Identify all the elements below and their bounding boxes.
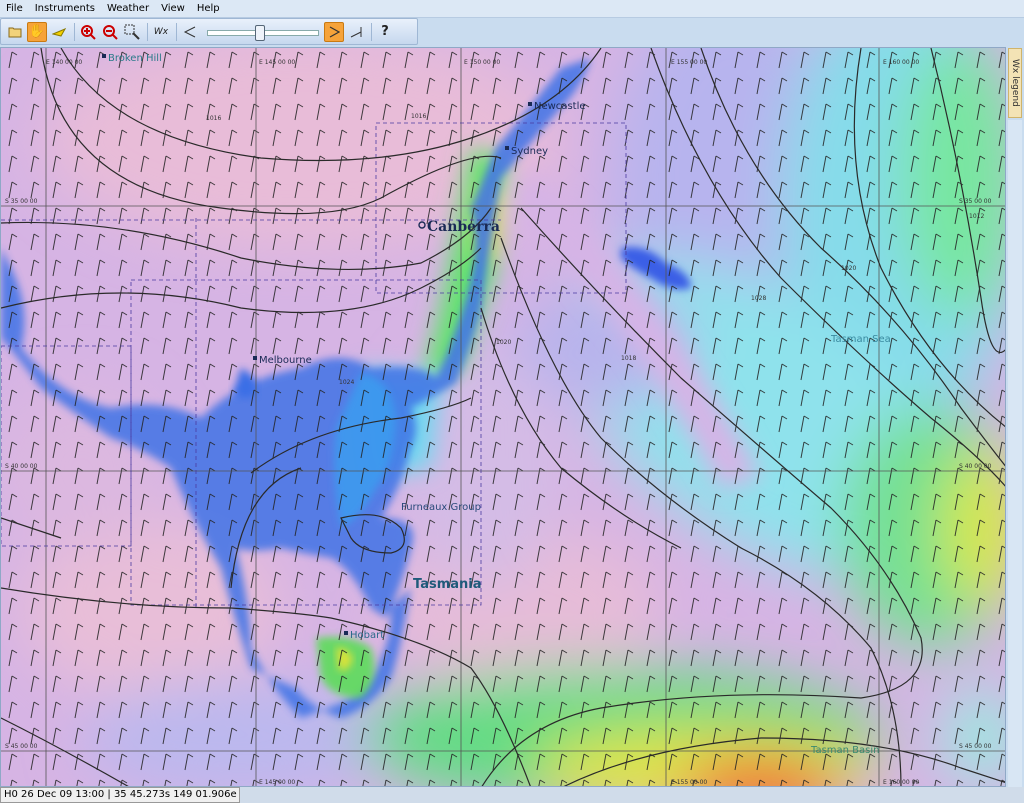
menu-view[interactable]: View (155, 0, 191, 17)
menu-help[interactable]: Help (191, 0, 226, 17)
wx-legend-tab[interactable]: Wx legend (1008, 48, 1022, 118)
place-hobart[interactable]: Hobart (350, 630, 384, 641)
place-tasman-basin[interactable]: Tasman Basin (810, 745, 880, 756)
town-marker (505, 146, 509, 150)
town-marker (253, 356, 257, 360)
weather-toggle-icon[interactable]: Wx (151, 22, 171, 42)
lon-label: E 150 00 00 (464, 59, 500, 66)
zoom-box-icon[interactable] (122, 22, 142, 42)
place-canberra[interactable]: Canberra (427, 219, 500, 235)
isobar-label: 1024 (339, 379, 354, 386)
isobar-label: 1016 (411, 113, 426, 120)
lon-label: E 140 00 00 (46, 59, 82, 66)
legend-strip (1008, 120, 1022, 803)
time-slider[interactable] (205, 23, 321, 41)
lon-label: E 145 00 00 (259, 59, 295, 66)
isobar-label: 1018 (621, 355, 636, 362)
menu-weather[interactable]: Weather (101, 0, 155, 17)
town-marker (102, 54, 106, 58)
toolbar: ✋ Wx ? (0, 18, 418, 45)
menu-bar: File Instruments Weather View Help (0, 0, 1024, 18)
lat-label: S 45 00 00 (5, 743, 38, 750)
town-marker (344, 631, 348, 635)
toolbar-separator (176, 22, 177, 41)
lon-label: E 155 00 00 (671, 59, 707, 66)
isobar-label: 1020 (841, 265, 856, 272)
isobar-label: 1012 (969, 213, 984, 220)
isobar-label: 1016 (206, 115, 221, 122)
lat-label: S 40 00 00 (959, 463, 992, 470)
status-bar-filler (240, 787, 1024, 803)
isobar-label: 1028 (751, 295, 766, 302)
pointer-icon[interactable] (49, 22, 69, 42)
town-marker (528, 102, 532, 106)
time-slider-thumb[interactable] (255, 24, 265, 41)
menu-instruments[interactable]: Instruments (29, 0, 101, 17)
lat-label: S 35 00 00 (5, 198, 38, 205)
place-broken-hill[interactable]: Broken Hill (108, 53, 162, 64)
place-furneaux-group[interactable]: Furneaux Group (401, 502, 481, 513)
toolbar-separator (147, 22, 148, 41)
lat-label: S 40 00 00 (5, 463, 38, 470)
step-back-icon[interactable] (180, 22, 200, 42)
lon-label: E 160 00 00 (883, 59, 919, 66)
weather-map[interactable]: E 140 00 00 E 145 00 00 E 150 00 00 E 15… (0, 47, 1006, 787)
toolbar-separator (74, 22, 75, 41)
place-melbourne[interactable]: Melbourne (259, 355, 312, 366)
zoom-in-icon[interactable] (78, 22, 98, 42)
lat-label: S 35 00 00 (959, 198, 992, 205)
step-forward-icon[interactable] (346, 22, 366, 42)
place-tasman-sea[interactable]: Tasman Sea (830, 334, 891, 345)
isobar-label: 1020 (496, 339, 511, 346)
pan-hand-icon[interactable]: ✋ (27, 21, 47, 42)
toolbar-separator (371, 22, 372, 41)
lon-label: E 160 00 00 (883, 779, 919, 786)
place-sydney[interactable]: Sydney (511, 146, 548, 157)
lon-label: E 145 00 00 (259, 779, 295, 786)
place-newcastle[interactable]: Newcastle (534, 101, 586, 112)
lat-label: S 45 00 00 (959, 743, 992, 750)
open-folder-icon[interactable] (5, 22, 25, 42)
lon-label: E 155 00 00 (671, 779, 707, 786)
menu-file[interactable]: File (0, 0, 29, 17)
help-icon[interactable]: ? (375, 22, 395, 42)
status-bar: H0 26 Dec 09 13:00 | 35 45.273s 149 01.9… (0, 787, 240, 803)
place-tasmania[interactable]: Tasmania (413, 577, 482, 592)
play-icon[interactable] (324, 21, 344, 42)
weather-map-canvas: E 140 00 00 E 145 00 00 E 150 00 00 E 15… (1, 48, 1005, 786)
zoom-out-icon[interactable] (100, 22, 120, 42)
